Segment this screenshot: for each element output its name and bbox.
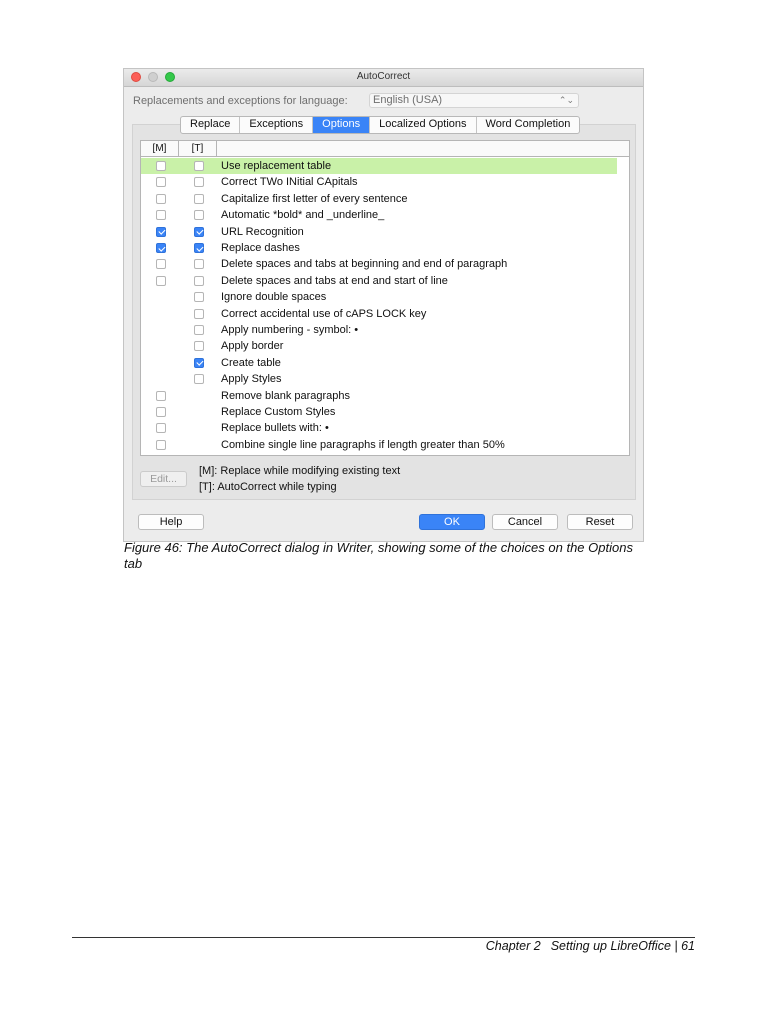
reset-button[interactable]: Reset (567, 514, 633, 530)
edit-button[interactable]: Edit... (140, 471, 187, 487)
option-label: Combine single line paragraphs if length… (221, 438, 505, 451)
option-label: Delete spaces and tabs at beginning and … (221, 258, 508, 271)
option-m-checkbox[interactable] (156, 177, 166, 188)
legend-t: [T]: AutoCorrect while typing (199, 481, 337, 493)
option-t-checkbox[interactable] (194, 308, 204, 319)
option-label: Replace dashes (221, 242, 300, 254)
option-label: Capitalize first letter of every sentenc… (221, 192, 408, 205)
option-row[interactable]: Apply Styles (141, 371, 617, 387)
option-t-checkbox[interactable] (194, 374, 204, 385)
tab-exceptions[interactable]: Exceptions (240, 117, 314, 133)
option-row[interactable]: Apply numbering - symbol: • (141, 322, 617, 338)
footer-rule (72, 937, 695, 938)
option-m-checkbox[interactable] (156, 210, 166, 221)
option-row[interactable]: Replace Custom Styles (141, 404, 617, 420)
help-button[interactable]: Help (138, 514, 204, 530)
option-t-checkbox[interactable] (194, 275, 204, 286)
option-label: URL Recognition (221, 225, 304, 238)
option-m-checkbox[interactable] (156, 390, 166, 401)
option-row[interactable]: Combine single line paragraphs if length… (141, 437, 617, 453)
page-footer: Chapter 2 Setting up LibreOffice | 61 (486, 939, 695, 953)
tab-options[interactable]: Options (313, 117, 371, 133)
figure-caption: Figure 46: The AutoCorrect dialog in Wri… (124, 540, 633, 571)
option-t-checkbox[interactable] (194, 292, 204, 303)
option-row[interactable]: Apply border (141, 338, 617, 354)
option-t-checkbox[interactable] (194, 357, 204, 368)
tab-replace[interactable]: Replace (181, 117, 241, 133)
option-row[interactable]: URL Recognition (141, 224, 617, 240)
legend-m: [M]: Replace while modifying existing te… (199, 465, 401, 477)
option-label: Apply border (221, 340, 284, 353)
option-row[interactable]: Delete spaces and tabs at end and start … (141, 273, 617, 289)
header-m: [M] (141, 141, 179, 156)
option-row[interactable]: Capitalize first letter of every sentenc… (141, 191, 617, 207)
option-m-checkbox[interactable] (156, 226, 166, 237)
footer-chapter: Chapter 2 (485, 939, 541, 953)
option-m-checkbox[interactable] (156, 193, 166, 204)
footer-title: Setting up LibreOffice | 61 (550, 939, 695, 953)
option-row[interactable]: Replace dashes (141, 240, 617, 256)
option-row[interactable]: Remove blank paragraphs (141, 388, 617, 404)
cancel-button[interactable]: Cancel (492, 514, 558, 530)
header-t: [T] (179, 141, 217, 156)
option-t-checkbox[interactable] (194, 177, 204, 188)
option-label: Delete spaces and tabs at end and start … (221, 274, 448, 287)
language-label: Replacements and exceptions for language… (133, 95, 348, 107)
option-row[interactable]: Replace bullets with: • (141, 420, 617, 436)
option-t-checkbox[interactable] (194, 243, 204, 253)
option-m-checkbox[interactable] (156, 259, 166, 270)
option-row[interactable]: Correct accidental use of cAPS LOCK key (141, 306, 617, 322)
option-t-checkbox[interactable] (194, 226, 204, 237)
option-label: Correct TWo INitial CApitals (221, 176, 358, 189)
option-m-checkbox[interactable] (156, 439, 166, 450)
option-label: Apply Styles (221, 373, 282, 386)
option-row[interactable]: Automatic *bold* and _underline_ (141, 207, 617, 223)
option-m-checkbox[interactable] (156, 275, 166, 286)
option-label: Remove blank paragraphs (221, 389, 351, 402)
option-t-checkbox[interactable] (194, 341, 204, 352)
option-label: Automatic *bold* and _underline_ (221, 209, 385, 222)
option-label: Correct accidental use of cAPS LOCK key (221, 307, 427, 320)
option-row[interactable]: Correct TWo INitial CApitals (141, 174, 617, 190)
autocorrect-dialog: AutoCorrect Replacements and exceptions … (123, 68, 644, 542)
option-t-checkbox[interactable] (194, 259, 204, 270)
option-row[interactable]: Use replacement table (141, 158, 617, 174)
option-label: Apply numbering - symbol: • (221, 324, 359, 336)
option-row[interactable]: Delete spaces and tabs at beginning and … (141, 256, 617, 272)
language-value: English (USA) (373, 94, 443, 106)
dialog-title: AutoCorrect (356, 71, 411, 82)
option-t-checkbox[interactable] (194, 193, 204, 204)
option-m-checkbox[interactable] (156, 423, 166, 434)
option-t-checkbox[interactable] (194, 210, 204, 221)
option-row[interactable]: Create table (141, 355, 617, 371)
list-header: [M] [T] (141, 141, 629, 157)
tab-word-completion[interactable]: Word Completion (477, 117, 580, 133)
option-label: Use replacement table (221, 160, 332, 172)
tab-bar: Replace Exceptions Options Localized Option… (180, 116, 581, 134)
tab-localized-options[interactable]: Localized Options (370, 117, 477, 133)
option-label: Ignore double spaces (221, 291, 327, 304)
option-t-checkbox[interactable] (194, 325, 204, 335)
option-m-checkbox[interactable] (156, 243, 166, 253)
options-list[interactable]: [M] [T] Use replacement table Correct TWo… (140, 140, 630, 456)
option-label: Replace Custom Styles (221, 406, 336, 418)
language-select[interactable]: English (USA) ⌃⌄ (369, 93, 579, 108)
option-row[interactable]: Ignore double spaces (141, 289, 617, 305)
title-bar: AutoCorrect (124, 69, 643, 87)
option-m-checkbox[interactable] (156, 161, 166, 171)
option-label: Replace bullets with: • (221, 422, 329, 435)
select-arrows-icon: ⌃⌄ (558, 95, 574, 105)
option-label: Create table (221, 356, 281, 369)
ok-button[interactable]: OK (419, 514, 485, 530)
option-t-checkbox[interactable] (194, 161, 204, 171)
option-m-checkbox[interactable] (156, 407, 166, 417)
